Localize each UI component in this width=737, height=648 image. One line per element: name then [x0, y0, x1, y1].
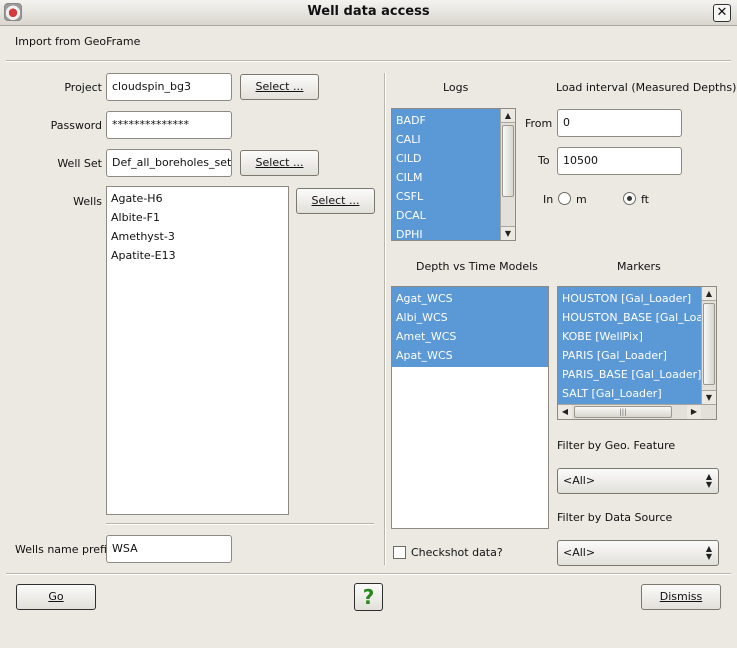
wells-prefix-label: Wells name prefix — [15, 543, 114, 556]
window-title: Well data access — [307, 4, 430, 19]
dismiss-button-label: Dismiss — [659, 590, 703, 603]
title-bar: Well data access ✕ — [0, 0, 737, 26]
wells-select-label: Select ... — [311, 194, 360, 207]
list-item[interactable]: Albite-F1 — [107, 208, 288, 227]
list-item[interactable]: CALI — [392, 130, 500, 149]
list-item[interactable]: CSFL — [392, 187, 500, 206]
go-button[interactable]: Go — [16, 584, 96, 610]
filter-geo-label: Filter by Geo. Feature — [557, 439, 676, 452]
list-item[interactable]: KOBE [WellPix] — [558, 327, 701, 346]
close-icon: ✕ — [716, 5, 728, 20]
markers-vertical-scrollbar[interactable]: ▲ ▼ — [701, 287, 716, 404]
from-label: From — [525, 117, 553, 130]
list-item[interactable]: HOUSTON_BASE [Gal_Loader] — [558, 308, 701, 327]
close-button[interactable]: ✕ — [713, 4, 731, 22]
well-set-select-label: Select ... — [255, 156, 304, 169]
markers-horizontal-scrollbar[interactable]: ◀ ||| ▶ — [558, 404, 716, 419]
filter-geo-dropdown[interactable]: <All> ▲ ▼ — [557, 468, 719, 494]
scroll-down-icon[interactable]: ▼ — [501, 226, 515, 240]
bottom-separator — [6, 573, 731, 575]
project-select-label: Select ... — [255, 80, 304, 93]
password-label: Password — [50, 119, 102, 132]
list-item[interactable]: DCAL — [392, 206, 500, 225]
list-item[interactable]: HOUSTON [Gal_Loader] — [558, 289, 701, 308]
project-label: Project — [64, 81, 102, 94]
filter-source-label: Filter by Data Source — [557, 511, 673, 524]
list-item[interactable]: SALT [Gal_Loader] — [558, 384, 701, 403]
wells-select-button[interactable]: Select ... — [296, 188, 375, 214]
list-item[interactable]: PARIS_BASE [Gal_Loader] — [558, 365, 701, 384]
list-item[interactable]: Albi_WCS — [392, 308, 548, 327]
go-button-label: Go — [48, 590, 64, 603]
logs-vertical-scrollbar[interactable]: ▲ ▼ — [500, 109, 515, 240]
depth-time-list[interactable]: Agat_WCS Albi_WCS Amet_WCS Apat_WCS — [391, 286, 549, 529]
section-title: Import from GeoFrame — [15, 35, 141, 48]
depth-time-label: Depth vs Time Models — [416, 260, 538, 273]
unit-label: In — [543, 193, 554, 206]
scroll-left-icon[interactable]: ◀ — [558, 405, 572, 419]
to-label: To — [538, 154, 550, 167]
list-item[interactable]: DPHI — [392, 225, 500, 240]
unit-ft-radio[interactable] — [623, 192, 636, 205]
list-item[interactable]: PARIS [Gal_Loader] — [558, 346, 701, 365]
scroll-thumb[interactable] — [703, 303, 715, 385]
markers-list[interactable]: HOUSTON [Gal_Loader] HOUSTON_BASE [Gal_L… — [557, 286, 717, 420]
from-field[interactable]: 0 — [557, 109, 682, 137]
column-separator — [384, 73, 386, 565]
load-interval-label: Load interval (Measured Depths) — [556, 81, 737, 94]
depth-time-items: Agat_WCS Albi_WCS Amet_WCS Apat_WCS — [392, 289, 548, 365]
unit-m-label: m — [576, 193, 587, 206]
scroll-right-icon[interactable]: ▶ — [687, 405, 701, 419]
to-field[interactable]: 10500 — [557, 147, 682, 175]
list-item[interactable]: BADF — [392, 111, 500, 130]
wells-list[interactable]: Agate-H6 Albite-F1 Amethyst-3 Apatite-E1… — [106, 186, 289, 515]
help-icon: ? — [362, 585, 375, 609]
well-set-select-button[interactable]: Select ... — [240, 150, 319, 176]
list-item[interactable]: Amet_WCS — [392, 327, 548, 346]
list-item[interactable]: Apat_WCS — [392, 346, 548, 365]
list-item[interactable]: CILM — [392, 168, 500, 187]
password-field[interactable]: ************** — [106, 111, 232, 139]
spinner-icon: ▲ ▼ — [705, 544, 712, 561]
wells-label: Wells — [73, 195, 102, 208]
list-item[interactable]: Apatite-E13 — [107, 246, 288, 265]
well-set-field[interactable]: Def_all_boreholes_set — [106, 149, 232, 177]
project-field[interactable]: cloudspin_bg3 — [106, 73, 232, 101]
unit-ft-label: ft — [641, 193, 649, 206]
unit-m-radio[interactable] — [558, 192, 571, 205]
wells-prefix-field[interactable]: WSA — [106, 535, 232, 563]
help-button[interactable]: ? — [354, 583, 383, 611]
dismiss-button[interactable]: Dismiss — [641, 584, 721, 610]
project-select-button[interactable]: Select ... — [240, 74, 319, 100]
markers-label: Markers — [617, 260, 661, 273]
logs-list[interactable]: BADF CALI CILD CILM CSFL DCAL DPHI ▲ ▼ — [391, 108, 516, 241]
list-item[interactable]: Agate-H6 — [107, 189, 288, 208]
logs-items: BADF CALI CILD CILM CSFL DCAL DPHI — [392, 111, 500, 240]
scroll-thumb[interactable]: ||| — [574, 406, 672, 418]
scroll-up-icon[interactable]: ▲ — [501, 109, 515, 123]
markers-items: HOUSTON [Gal_Loader] HOUSTON_BASE [Gal_L… — [558, 289, 701, 403]
list-item[interactable]: CILD — [392, 149, 500, 168]
scroll-up-icon[interactable]: ▲ — [702, 287, 716, 301]
left-separator — [106, 523, 374, 525]
scroll-thumb[interactable] — [502, 125, 514, 197]
well-set-label: Well Set — [57, 157, 102, 170]
scroll-down-icon[interactable]: ▼ — [702, 390, 716, 404]
spinner-icon: ▲ ▼ — [705, 472, 712, 489]
filter-source-dropdown[interactable]: <All> ▲ ▼ — [557, 540, 719, 566]
top-separator — [6, 60, 731, 62]
logs-label: Logs — [443, 81, 469, 94]
list-item[interactable]: Agat_WCS — [392, 289, 548, 308]
filter-geo-value: <All> — [563, 474, 596, 487]
checkshot-label: Checkshot data? — [411, 546, 503, 559]
checkshot-checkbox[interactable] — [393, 546, 406, 559]
filter-source-value: <All> — [563, 546, 596, 559]
list-item[interactable]: Amethyst-3 — [107, 227, 288, 246]
